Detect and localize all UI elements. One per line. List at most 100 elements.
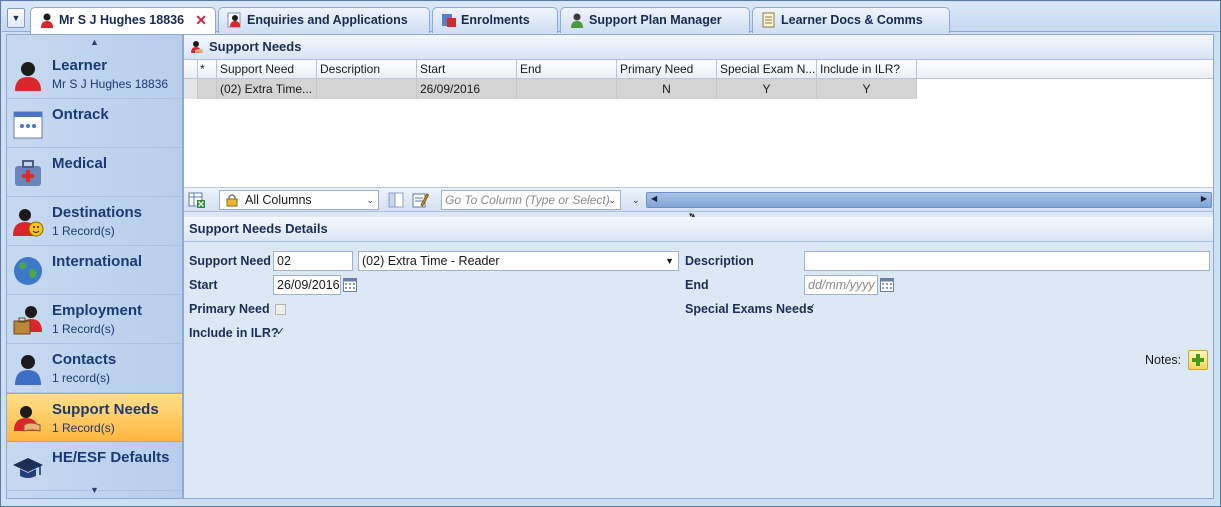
column-header-description[interactable]: Description — [317, 60, 417, 79]
sidebar-item-title: Learner — [52, 57, 108, 74]
grid-header-spacer — [184, 60, 198, 79]
scroll-left-arrow[interactable]: ◀ — [651, 194, 657, 203]
main-panel: Support Needs * Support Need Description… — [183, 34, 1214, 499]
goto-column-placeholder: Go To Column (Type or Select) — [445, 193, 610, 207]
column-header-primary-need[interactable]: Primary Need — [617, 60, 717, 79]
support-needs-icon — [14, 406, 41, 432]
person-doc-icon — [227, 12, 241, 28]
start-date-input[interactable]: 26/09/2016 — [273, 275, 341, 295]
close-icon[interactable]: ✕ — [195, 8, 207, 32]
sidebar-item-international[interactable]: International — [7, 246, 182, 295]
support-needs-small-icon — [191, 41, 203, 53]
columns-view-icon[interactable] — [387, 191, 405, 209]
cell-description[interactable] — [317, 79, 417, 99]
sidebar-item-sub: 1 Record(s) — [52, 322, 115, 336]
tab-support-plan-manager[interactable]: Support Plan Manager — [560, 7, 750, 33]
row-indicator-cell — [198, 79, 217, 99]
row-selector[interactable] — [184, 79, 198, 99]
scroll-up-arrow[interactable]: ▲ — [7, 35, 182, 50]
graduation-cap-icon — [13, 458, 43, 478]
new-row-indicator: * — [198, 60, 217, 79]
sidebar-item-sub: 1 Record(s) — [52, 421, 115, 435]
cell-support-need[interactable]: (02) Extra Time... — [217, 79, 317, 99]
calendar-icon[interactable] — [343, 278, 357, 292]
sidebar-item-learner[interactable]: Learner Mr S J Hughes 18836 — [7, 50, 182, 99]
tab-menu-button[interactable]: ▼ — [7, 8, 25, 28]
sidebar-item-support-needs[interactable]: Support Needs 1 Record(s) — [7, 393, 182, 442]
calendar-icon[interactable] — [880, 278, 894, 292]
grid-toolbar: All Columns ⌄ Go To Column (Type or Sele… — [184, 187, 1213, 212]
table-row[interactable]: (02) Extra Time... 26/09/2016 N Y Y — [184, 79, 1213, 99]
sidebar-item-employment[interactable]: Employment 1 Record(s) — [7, 295, 182, 344]
export-excel-icon[interactable] — [188, 191, 206, 209]
sidebar-item-destinations[interactable]: Destinations 1 Record(s) — [7, 197, 182, 246]
tab-label: Enrolments — [461, 13, 530, 27]
include-ilr-checkbox[interactable]: ✓ — [275, 327, 286, 338]
column-header-end[interactable]: End — [517, 60, 617, 79]
chevron-down-icon: ▼ — [665, 256, 674, 266]
add-note-button[interactable] — [1188, 350, 1208, 370]
horizontal-scrollbar[interactable]: ◀ ▶ — [646, 192, 1212, 208]
tab-learner-docs[interactable]: Learner Docs & Comms — [752, 7, 950, 33]
special-exams-label: Special Exams Needs — [685, 302, 814, 316]
end-label: End — [685, 278, 709, 292]
tab-enquiries[interactable]: Enquiries and Applications — [218, 7, 430, 33]
plus-icon — [1192, 354, 1204, 366]
column-header-support-need[interactable]: Support Need — [217, 60, 317, 79]
description-input[interactable] — [804, 251, 1210, 271]
employment-icon — [13, 306, 42, 335]
grid-header: * Support Need Description Start End Pri… — [184, 60, 1213, 79]
tab-strip: ▼ Mr S J Hughes 18836 ✕ Enquiries and Ap… — [2, 2, 1220, 34]
details-title: Support Needs Details — [189, 221, 328, 236]
sidebar-item-ontrack[interactable]: Ontrack — [7, 99, 182, 148]
lock-icon — [226, 194, 238, 207]
sidebar-item-medical[interactable]: Medical — [7, 148, 182, 197]
sidebar-item-title: Support Needs — [52, 401, 159, 418]
primary-need-label: Primary Need — [189, 302, 270, 316]
sidebar-item-sub: Mr S J Hughes 18836 — [52, 77, 169, 91]
support-need-code-input[interactable]: 02 — [273, 251, 353, 271]
support-need-select[interactable]: (02) Extra Time - Reader ▼ — [358, 251, 679, 271]
column-filter-select[interactable]: All Columns ⌄ — [219, 190, 379, 210]
learner-icon — [15, 62, 41, 91]
medical-icon — [15, 160, 41, 186]
tab-enrolments[interactable]: Enrolments — [432, 7, 558, 33]
cell-special-exam[interactable]: Y — [717, 79, 817, 99]
app-window: ▼ Mr S J Hughes 18836 ✕ Enquiries and Ap… — [0, 0, 1221, 507]
docs-icon — [762, 12, 775, 28]
sidebar-item-title: Employment — [52, 302, 143, 319]
cell-primary-need[interactable]: N — [617, 79, 717, 99]
tab-learner-record[interactable]: Mr S J Hughes 18836 ✕ — [30, 7, 216, 34]
grid-section-header: Support Needs — [184, 35, 1213, 60]
scroll-right-arrow[interactable]: ▶ — [1201, 194, 1207, 203]
end-date-input[interactable]: dd/mm/yyyy — [804, 275, 878, 295]
tab-label: Learner Docs & Comms — [781, 13, 923, 27]
special-exams-checkbox[interactable]: ✓ — [806, 303, 817, 314]
chevron-down-icon: ⌄ — [608, 195, 616, 205]
sidebar-item-contacts[interactable]: Contacts 1 record(s) — [7, 344, 182, 393]
include-ilr-label: Include in ILR? — [189, 326, 279, 340]
enrolments-icon — [442, 14, 456, 27]
cell-start[interactable]: 26/09/2016 — [417, 79, 517, 99]
grid-title: Support Needs — [209, 39, 302, 54]
column-header-include-ilr[interactable]: Include in ILR? — [817, 60, 917, 79]
notes-label: Notes: — [1145, 353, 1182, 367]
goto-column-input[interactable]: Go To Column (Type or Select) ⌄ — [441, 190, 621, 210]
primary-need-checkbox[interactable] — [275, 304, 286, 315]
sidebar: ▲ Learner Mr S J Hughes 18836 Ontrack Me… — [6, 34, 183, 499]
column-header-start[interactable]: Start — [417, 60, 517, 79]
chevron-down-icon: ⌄ — [366, 195, 374, 205]
sidebar-item-title: Medical — [52, 155, 108, 172]
column-header-special-exam[interactable]: Special Exam N... — [717, 60, 817, 79]
details-section-header: Support Needs Details — [184, 217, 1213, 242]
edit-columns-icon[interactable] — [411, 191, 429, 209]
scroll-down-arrow[interactable]: ▼ — [7, 483, 182, 498]
cell-end[interactable] — [517, 79, 617, 99]
support-plan-icon — [571, 13, 583, 28]
sidebar-item-title: Ontrack — [52, 106, 109, 123]
support-needs-grid: * Support Need Description Start End Pri… — [184, 60, 1213, 187]
support-need-label: Support Need — [189, 254, 271, 268]
toolbar-overflow-icon[interactable]: ⌄ — [632, 195, 640, 206]
sidebar-item-title: Destinations — [52, 204, 143, 221]
cell-include-ilr[interactable]: Y — [817, 79, 917, 99]
